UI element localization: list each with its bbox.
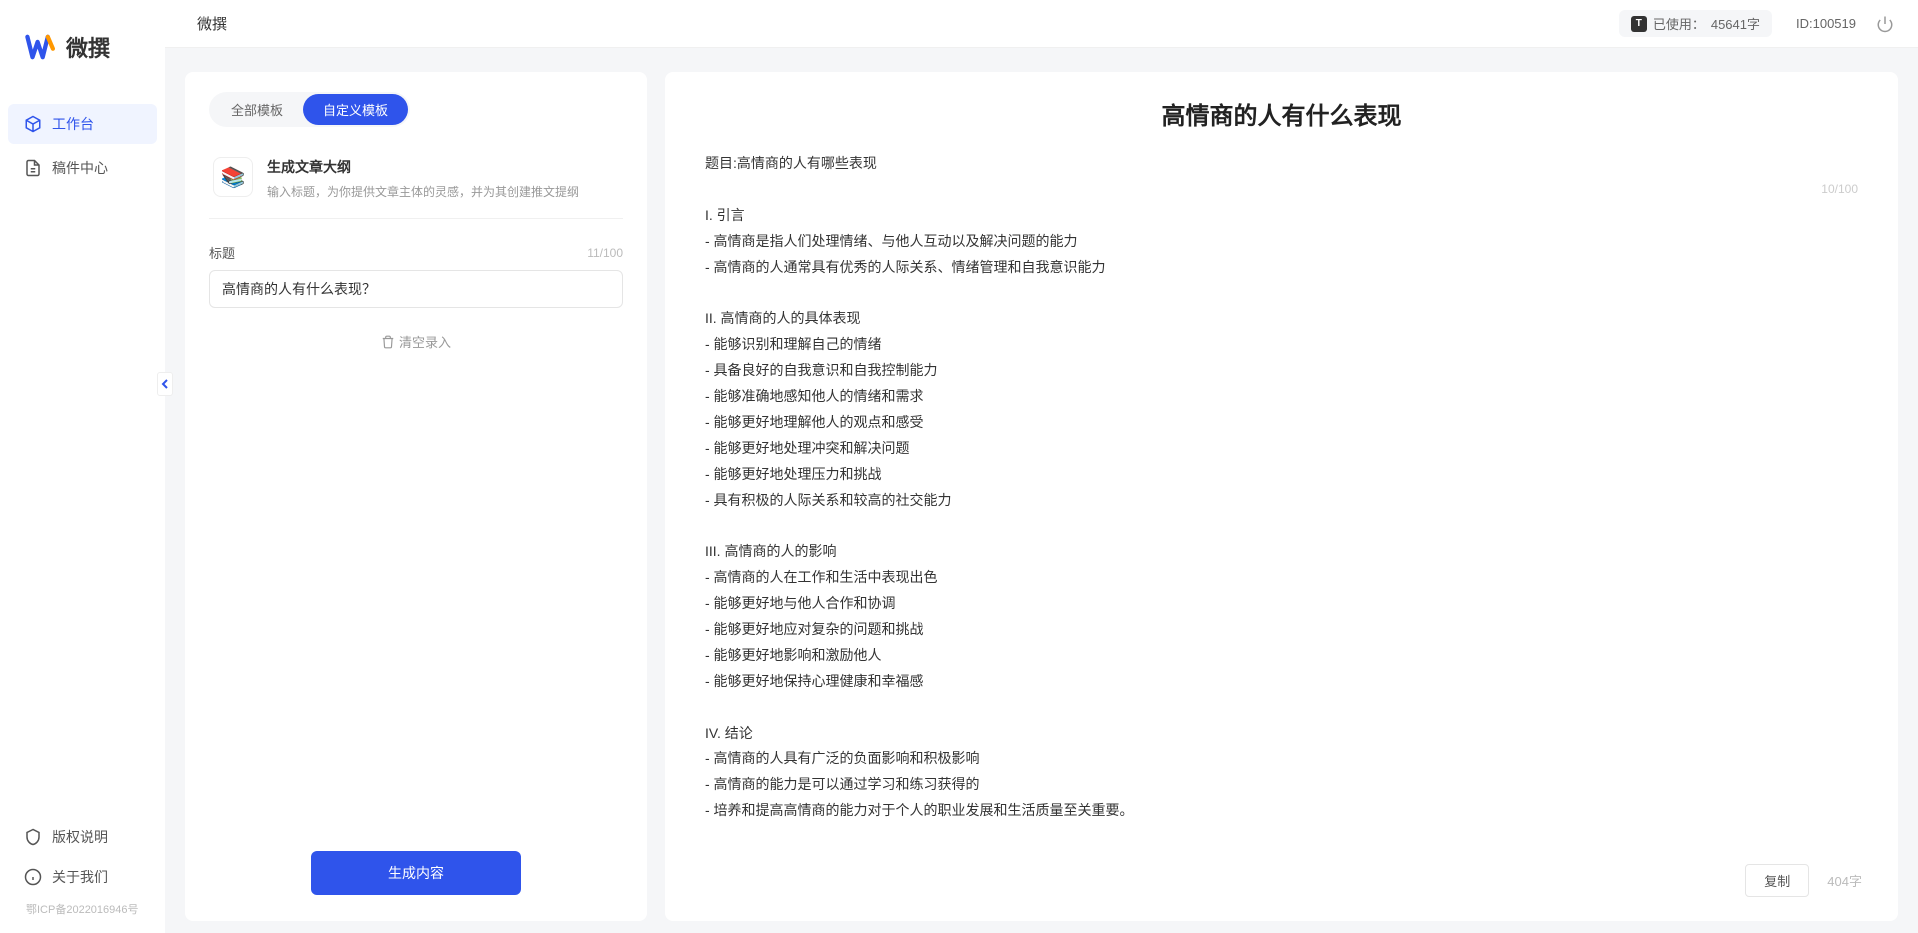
input-panel: 全部模板 自定义模板 📚 生成文章大纲 输入标题，为你提供文章主体的灵感，并为其… xyxy=(185,72,647,921)
template-title: 生成文章大纲 xyxy=(267,157,619,177)
tab-all-templates[interactable]: 全部模板 xyxy=(211,94,303,125)
nav-label: 稿件中心 xyxy=(52,158,108,178)
topbar: 微撰 T 已使用： 45641字 ID:100519 xyxy=(165,0,1918,48)
template-desc: 输入标题，为你提供文章主体的灵感，并为其创建推文提纲 xyxy=(267,183,619,200)
clear-button[interactable]: 清空录入 xyxy=(209,322,623,361)
title-label: 标题 xyxy=(209,243,235,262)
nav-workspace[interactable]: 工作台 xyxy=(8,104,157,144)
copyright-link[interactable]: 版权说明 xyxy=(8,817,157,857)
usage-badge[interactable]: T 已使用： 45641字 xyxy=(1619,10,1772,37)
output-body[interactable]: 题目:高情商的人有哪些表现 I. 引言 - 高情商是指人们处理情绪、与他人互动以… xyxy=(701,137,1862,854)
nav: 工作台 稿件中心 xyxy=(0,104,165,817)
main: 微撰 T 已使用： 45641字 ID:100519 全部模板 自定义模板 📚 xyxy=(165,0,1918,933)
user-id: ID:100519 xyxy=(1796,16,1856,31)
logout-button[interactable] xyxy=(1876,15,1894,33)
about-link[interactable]: 关于我们 xyxy=(8,857,157,897)
title-char-count: 11/100 xyxy=(587,246,623,260)
trash-icon xyxy=(381,335,395,349)
generate-button[interactable]: 生成内容 xyxy=(311,851,521,895)
usage-value: 45641字 xyxy=(1711,14,1760,33)
word-count: 404字 xyxy=(1827,871,1862,890)
logo-icon xyxy=(24,30,58,64)
nav-label: 工作台 xyxy=(52,114,94,134)
sidebar: 微撰 工作台 稿件中心 版权说明 关于我们 鄂ICP备202 xyxy=(0,0,165,933)
output-panel: 高情商的人有什么表现 10/100 题目:高情商的人有哪些表现 I. 引言 - … xyxy=(665,72,1898,921)
title-field: 标题 11/100 xyxy=(209,243,623,308)
usage-prefix: 已使用： xyxy=(1653,14,1705,33)
shield-icon xyxy=(24,828,42,846)
icp-text: 鄂ICP备2022016946号 xyxy=(8,897,157,925)
sidebar-bottom: 版权说明 关于我们 鄂ICP备2022016946号 xyxy=(0,817,165,933)
link-label: 关于我们 xyxy=(52,867,108,887)
sidebar-collapse-handle[interactable] xyxy=(157,372,173,396)
logo: 微撰 xyxy=(0,30,165,104)
output-title-count: 10/100 xyxy=(1821,182,1858,196)
info-icon xyxy=(24,868,42,886)
template-icon: 📚 xyxy=(213,157,253,197)
copy-button[interactable]: 复制 xyxy=(1745,864,1809,897)
logo-text: 微撰 xyxy=(66,31,110,63)
link-label: 版权说明 xyxy=(52,827,108,847)
power-icon xyxy=(1876,15,1894,33)
topbar-title: 微撰 xyxy=(197,13,227,34)
template-card: 📚 生成文章大纲 输入标题，为你提供文章主体的灵感，并为其创建推文提纲 xyxy=(209,147,623,219)
output-title[interactable]: 高情商的人有什么表现 xyxy=(701,96,1862,131)
document-icon xyxy=(24,159,42,177)
tab-custom-templates[interactable]: 自定义模板 xyxy=(303,94,408,125)
clear-label: 清空录入 xyxy=(399,332,451,351)
cube-icon xyxy=(24,115,42,133)
chevron-left-icon xyxy=(160,379,170,389)
title-input[interactable] xyxy=(209,270,623,308)
text-icon: T xyxy=(1631,16,1647,32)
content: 全部模板 自定义模板 📚 生成文章大纲 输入标题，为你提供文章主体的灵感，并为其… xyxy=(165,48,1918,933)
nav-drafts[interactable]: 稿件中心 xyxy=(8,148,157,188)
template-tabs: 全部模板 自定义模板 xyxy=(209,92,410,127)
output-footer: 复制 404字 xyxy=(701,854,1862,897)
